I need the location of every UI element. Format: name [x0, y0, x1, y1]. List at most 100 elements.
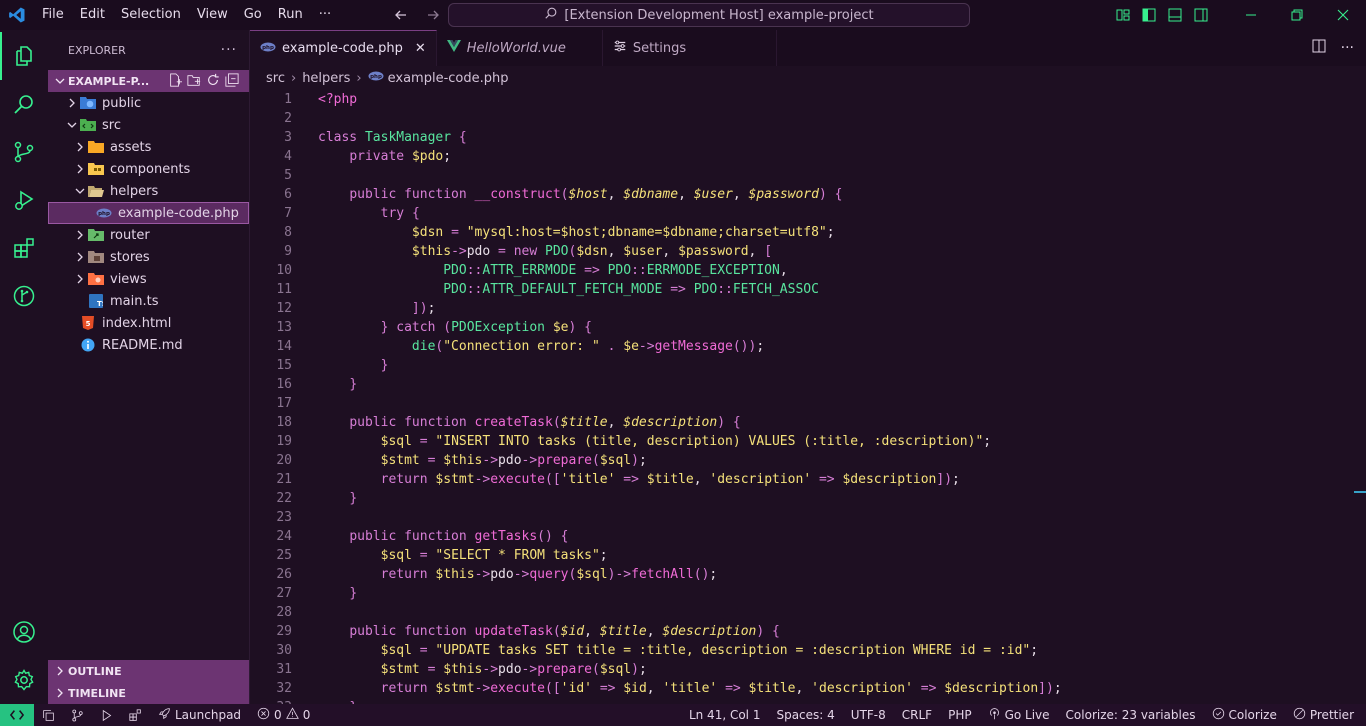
breadcrumb-file[interactable]: example-code.php — [388, 71, 509, 86]
workspace-folder-header[interactable]: EXAMPLE-P... — [48, 70, 249, 92]
tree-item-main-ts[interactable]: TS main.ts — [48, 290, 249, 312]
source-control-status-icon[interactable] — [63, 704, 92, 726]
line-number: 4 — [284, 149, 292, 164]
customize-layout-icon[interactable] — [1110, 0, 1136, 30]
code-token: $stmt — [380, 453, 428, 468]
php-file-icon: php — [368, 70, 384, 86]
code-token: , — [646, 624, 663, 639]
toggle-panel-icon[interactable] — [1162, 0, 1188, 30]
code-editor[interactable]: 1 <?php 2 3 class TaskManager {4 private $pd… — [250, 90, 1366, 704]
explorer-icon[interactable] — [0, 32, 48, 80]
tree-item-public[interactable]: public — [48, 92, 249, 114]
code-token: <?php — [318, 92, 358, 107]
line-content: PDO::ATTR_DEFAULT_FETCH_MODE => PDO::FET… — [292, 280, 819, 299]
tree-item-views[interactable]: views — [48, 268, 249, 290]
colorize-item[interactable]: Colorize — [1204, 704, 1285, 726]
source-control-icon[interactable] — [0, 128, 48, 176]
explorer-more-button[interactable]: ··· — [221, 42, 237, 58]
extensions-icon[interactable] — [0, 224, 48, 272]
launchpad-item[interactable]: Launchpad — [150, 704, 249, 726]
code-token: ( — [552, 415, 561, 430]
code-line: 28 — [250, 603, 1366, 622]
minimize-icon[interactable] — [1228, 0, 1274, 30]
tree-item-assets[interactable]: assets — [48, 136, 249, 158]
git-graph-icon[interactable] — [0, 272, 48, 320]
toggle-primary-sidebar-icon[interactable] — [1136, 0, 1162, 30]
outline-section[interactable]: OUTLINE — [48, 660, 249, 682]
colorize-variables[interactable]: Colorize: 23 variables — [1058, 704, 1204, 726]
menu-edit[interactable]: Edit — [72, 0, 113, 30]
manage-gear-icon[interactable] — [0, 656, 48, 704]
errors-count: 0 — [274, 708, 282, 722]
menu-go[interactable]: Go — [236, 0, 270, 30]
line-content: public function __construct($host, $dbna… — [292, 185, 842, 204]
code-line: 16 } — [250, 375, 1366, 394]
tab-example-code-php[interactable]: php example-code.php ✕ — [250, 30, 437, 66]
code-token: TaskManager — [364, 130, 459, 145]
tree-item-label: router — [110, 227, 150, 243]
tree-item-example-code-php[interactable]: php example-code.php — [48, 202, 249, 224]
run-status-icon[interactable] — [92, 704, 121, 726]
new-file-icon[interactable] — [168, 72, 182, 90]
tree-item-stores[interactable]: stores — [48, 246, 249, 268]
timeline-section[interactable]: TIMELINE — [48, 682, 249, 704]
search-view-icon[interactable] — [0, 80, 48, 128]
menu-run[interactable]: Run — [270, 0, 311, 30]
more-actions-icon[interactable]: ··· — [1341, 40, 1354, 56]
tree-item-helpers[interactable]: helpers — [48, 180, 249, 202]
tree-item-components[interactable]: components — [48, 158, 249, 180]
code-token: updateTask — [474, 624, 553, 639]
code-line: 20 $stmt = $this->pdo->prepare($sql); — [250, 451, 1366, 470]
copy-icon[interactable] — [34, 704, 63, 726]
menu-view[interactable]: View — [189, 0, 236, 30]
menu-selection[interactable]: Selection — [113, 0, 189, 30]
extensions-status-icon[interactable] — [121, 704, 150, 726]
code-token: __construct — [474, 187, 561, 202]
code-token: , — [662, 244, 679, 259]
command-center[interactable]: [Extension Development Host] example-pro… — [448, 3, 970, 27]
breadcrumb-src[interactable]: src — [266, 71, 285, 86]
menu-file[interactable]: File — [34, 0, 72, 30]
accounts-icon[interactable] — [0, 608, 48, 656]
cursor-position[interactable]: Ln 41, Col 1 — [681, 704, 769, 726]
code-token: . — [607, 339, 624, 354]
refresh-icon[interactable] — [206, 73, 220, 90]
tree-item-index-html[interactable]: 5 index.html — [48, 312, 249, 334]
close-tab-icon[interactable]: ✕ — [415, 41, 426, 56]
code-line: 2 — [250, 109, 1366, 128]
indentation[interactable]: Spaces: 4 — [768, 704, 842, 726]
remote-indicator-icon[interactable] — [0, 704, 34, 726]
new-folder-icon[interactable] — [187, 73, 201, 90]
code-token: ERRMODE_EXCEPTION — [646, 263, 780, 278]
close-window-icon[interactable] — [1320, 0, 1366, 30]
line-endings[interactable]: CRLF — [894, 704, 940, 726]
tab-helloworld-vue[interactable]: HelloWorld.vue — [437, 30, 603, 66]
tree-item-router[interactable]: router — [48, 224, 249, 246]
tree-item-readme-md[interactable]: README.md — [48, 334, 249, 356]
line-content — [292, 166, 318, 185]
line-number: 32 — [276, 681, 292, 696]
code-token: , — [607, 244, 624, 259]
split-editor-icon[interactable] — [1311, 38, 1327, 58]
code-token: $this — [435, 567, 475, 582]
line-number: 11 — [276, 282, 292, 297]
svg-text:php: php — [98, 211, 110, 217]
code-token: } — [380, 358, 389, 373]
breadcrumb-helpers[interactable]: helpers — [302, 71, 350, 86]
encoding[interactable]: UTF-8 — [843, 704, 894, 726]
run-debug-icon[interactable] — [0, 176, 48, 224]
chevron-right-icon — [72, 274, 88, 284]
tab-settings[interactable]: Settings — [603, 30, 778, 66]
problems-item[interactable]: 0 0 — [249, 704, 318, 726]
tree-item-src[interactable]: src — [48, 114, 249, 136]
go-live-item[interactable]: Go Live — [980, 704, 1058, 726]
menu-more[interactable]: ··· — [311, 0, 339, 30]
back-arrow-icon[interactable] — [390, 4, 412, 26]
collapse-all-icon[interactable] — [225, 72, 239, 90]
language-mode[interactable]: PHP — [940, 704, 980, 726]
restore-icon[interactable] — [1274, 0, 1320, 30]
toggle-secondary-sidebar-icon[interactable] — [1188, 0, 1214, 30]
prettier-item[interactable]: Prettier — [1285, 704, 1366, 726]
forward-arrow-icon[interactable] — [422, 4, 444, 26]
